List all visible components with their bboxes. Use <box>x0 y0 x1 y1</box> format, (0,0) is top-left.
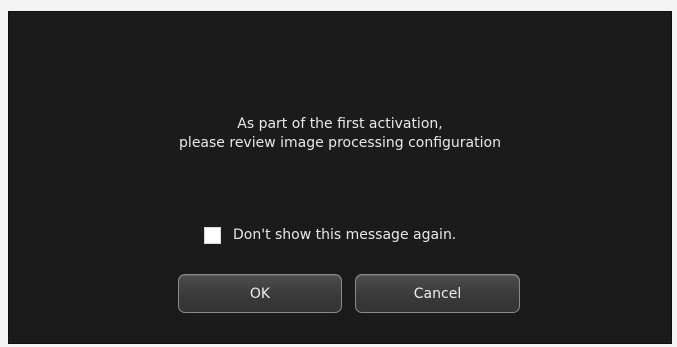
ok-button[interactable]: OK <box>178 274 342 313</box>
dont-show-again-checkbox[interactable] <box>204 226 221 244</box>
dialog-message: As part of the first activation, please … <box>8 115 672 153</box>
message-line-2: please review image processing configura… <box>179 135 501 151</box>
activation-dialog: As part of the first activation, please … <box>8 11 672 344</box>
dont-show-again-option[interactable]: Don't show this message again. <box>204 225 456 245</box>
dont-show-again-label[interactable]: Don't show this message again. <box>233 227 456 243</box>
cancel-button[interactable]: Cancel <box>355 274 520 313</box>
message-line-1: As part of the first activation, <box>237 116 443 132</box>
